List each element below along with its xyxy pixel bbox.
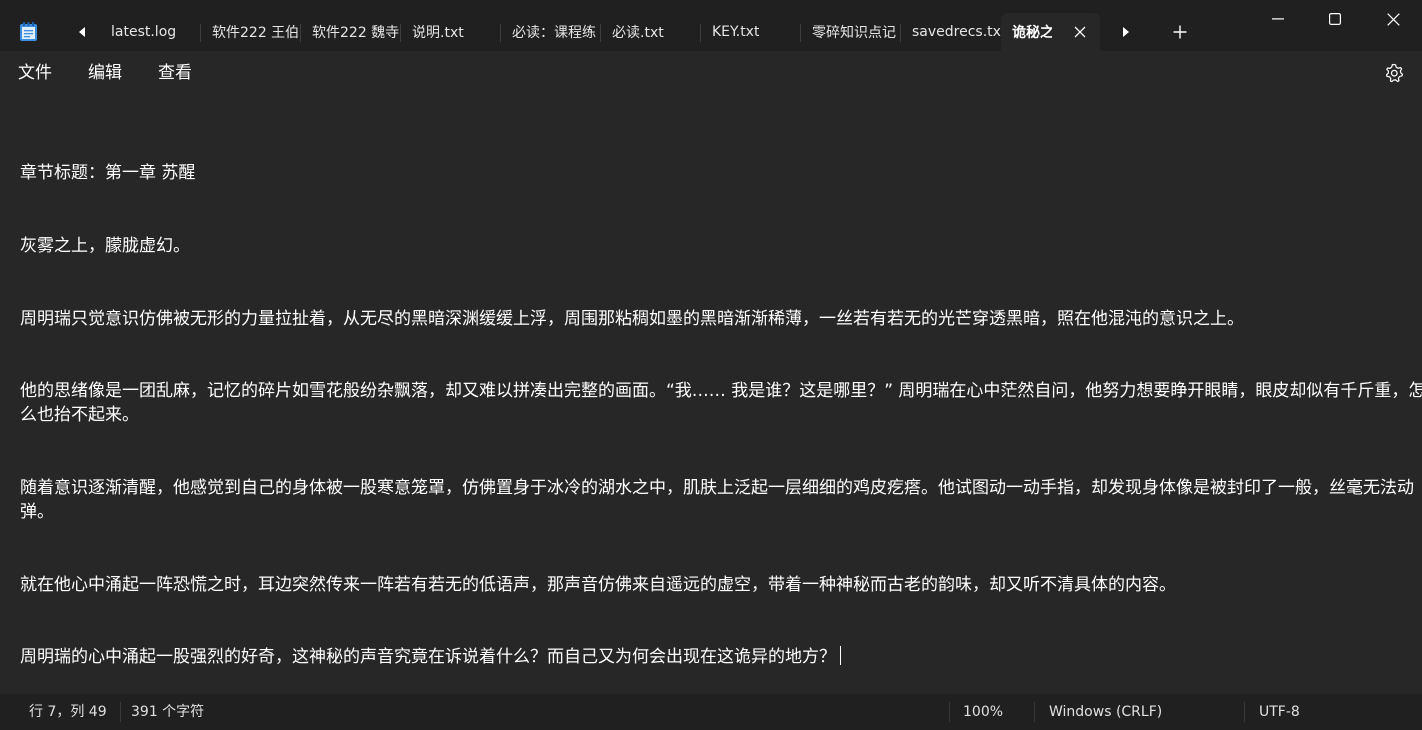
- tab-active-document[interactable]: 诡秘之: [1001, 13, 1100, 51]
- tab-label: 软件222 王伯: [212, 25, 300, 41]
- editor-line: 他的思绪像是一团乱麻，记忆的碎片如雪花般纷杂飘落，却又难以拼凑出完整的画面。“我…: [20, 381, 1422, 426]
- close-icon: [1386, 12, 1400, 26]
- tab-label: 必读.txt: [612, 25, 664, 41]
- status-separator: [1034, 702, 1035, 722]
- editor-content[interactable]: 章节标题：第一章 苏醒 灰雾之上，朦胧虚幻。 周明瑞只觉意识仿佛被无形的力量拉扯…: [20, 113, 1422, 694]
- caret-right-icon: [1123, 27, 1129, 37]
- tab-notes[interactable]: 零碎知识点记: [801, 13, 900, 51]
- maximize-icon: [1329, 13, 1341, 25]
- zoom-level[interactable]: 100%: [963, 704, 1003, 720]
- gear-icon: [1385, 63, 1404, 83]
- line-ending[interactable]: Windows (CRLF): [1049, 704, 1162, 720]
- plus-icon: [1173, 25, 1187, 39]
- menu-view[interactable]: 查看: [158, 61, 192, 85]
- maximize-button[interactable]: [1306, 0, 1364, 38]
- menu-file[interactable]: 文件: [18, 61, 52, 85]
- tab-label: 说明.txt: [412, 25, 464, 41]
- editor-line: 周明瑞只觉意识仿佛被无形的力量拉扯着，从无尽的黑暗深渊缓缓上浮，周围那粘稠如墨的…: [20, 308, 1244, 329]
- tab-latest-log[interactable]: latest.log: [100, 13, 200, 51]
- title-bar: latest.log 软件222 王伯 软件222 魏寺 说明.txt 必读：课…: [0, 0, 1422, 51]
- status-separator: [1244, 702, 1245, 722]
- text-editor[interactable]: 章节标题：第一章 苏醒 灰雾之上，朦胧虚幻。 周明瑞只觉意识仿佛被无形的力量拉扯…: [0, 94, 1422, 694]
- editor-line-last: 周明瑞的心中涌起一股强烈的好奇，这神秘的声音究竟在诉说着什么？而自己又为何会出现…: [20, 645, 1422, 669]
- new-tab-button[interactable]: [1168, 20, 1192, 44]
- tab-key[interactable]: KEY.txt: [701, 13, 800, 51]
- tab-scroll-right-button[interactable]: [1114, 20, 1138, 44]
- cursor-position[interactable]: 行 7，列 49: [29, 704, 107, 720]
- tab-label: latest.log: [111, 24, 177, 40]
- status-separator: [120, 702, 121, 722]
- menu-edit[interactable]: 编辑: [88, 61, 122, 85]
- tab-label: 软件222 魏寺: [312, 25, 400, 41]
- close-tab-button[interactable]: [1072, 24, 1088, 40]
- tab-strip: latest.log 软件222 王伯 软件222 魏寺 说明.txt 必读：课…: [100, 13, 1100, 51]
- editor-line: 就在他心中涌起一阵恐慌之时，耳边突然传来一阵若有若无的低语声，那声音仿佛来自遥远…: [20, 574, 1176, 595]
- minimize-icon: [1272, 18, 1284, 20]
- window-close-button[interactable]: [1364, 0, 1422, 38]
- tab-must-read-course[interactable]: 必读：课程练: [501, 13, 600, 51]
- caret-left-icon: [79, 27, 85, 37]
- tab-software-222-a[interactable]: 软件222 王伯: [201, 13, 300, 51]
- tab-software-222-b[interactable]: 软件222 魏寺: [301, 13, 400, 51]
- tab-label: KEY.txt: [712, 24, 760, 40]
- editor-line: 章节标题：第一章 苏醒: [20, 163, 196, 184]
- status-separator: [949, 702, 950, 722]
- text-caret: [840, 646, 841, 666]
- notepad-window: latest.log 软件222 王伯 软件222 魏寺 说明.txt 必读：课…: [0, 0, 1422, 730]
- tab-readme[interactable]: 说明.txt: [401, 13, 500, 51]
- status-bar: 行 7，列 49 391 个字符 100% Windows (CRLF) UTF…: [0, 694, 1422, 730]
- minimize-button[interactable]: [1249, 0, 1307, 38]
- encoding[interactable]: UTF-8: [1259, 704, 1300, 720]
- tab-label: 诡秘之: [1012, 25, 1052, 41]
- tab-scroll-left-button[interactable]: [70, 20, 94, 44]
- editor-line: 随着意识逐渐清醒，他感觉到自己的身体被一股寒意笼罩，仿佛置身于冰冷的湖水之中，肌…: [20, 478, 1414, 523]
- tab-label: 必读：课程练: [512, 25, 596, 41]
- editor-line-text: 周明瑞的心中涌起一股强烈的好奇，这神秘的声音究竟在诉说着什么？而自己又为何会出现…: [20, 647, 836, 668]
- settings-button[interactable]: [1383, 62, 1405, 84]
- tab-must-read[interactable]: 必读.txt: [601, 13, 700, 51]
- editor-line: 灰雾之上，朦胧虚幻。: [20, 236, 190, 257]
- tab-savedrecs[interactable]: savedrecs.txt: [901, 13, 1001, 51]
- close-icon: [1074, 26, 1086, 38]
- character-count: 391 个字符: [131, 704, 205, 720]
- tab-label: 零碎知识点记: [812, 25, 896, 41]
- menu-bar: 文件 编辑 查看: [0, 51, 1422, 94]
- tab-label: savedrecs.txt: [912, 24, 1001, 40]
- notepad-icon: [19, 22, 38, 42]
